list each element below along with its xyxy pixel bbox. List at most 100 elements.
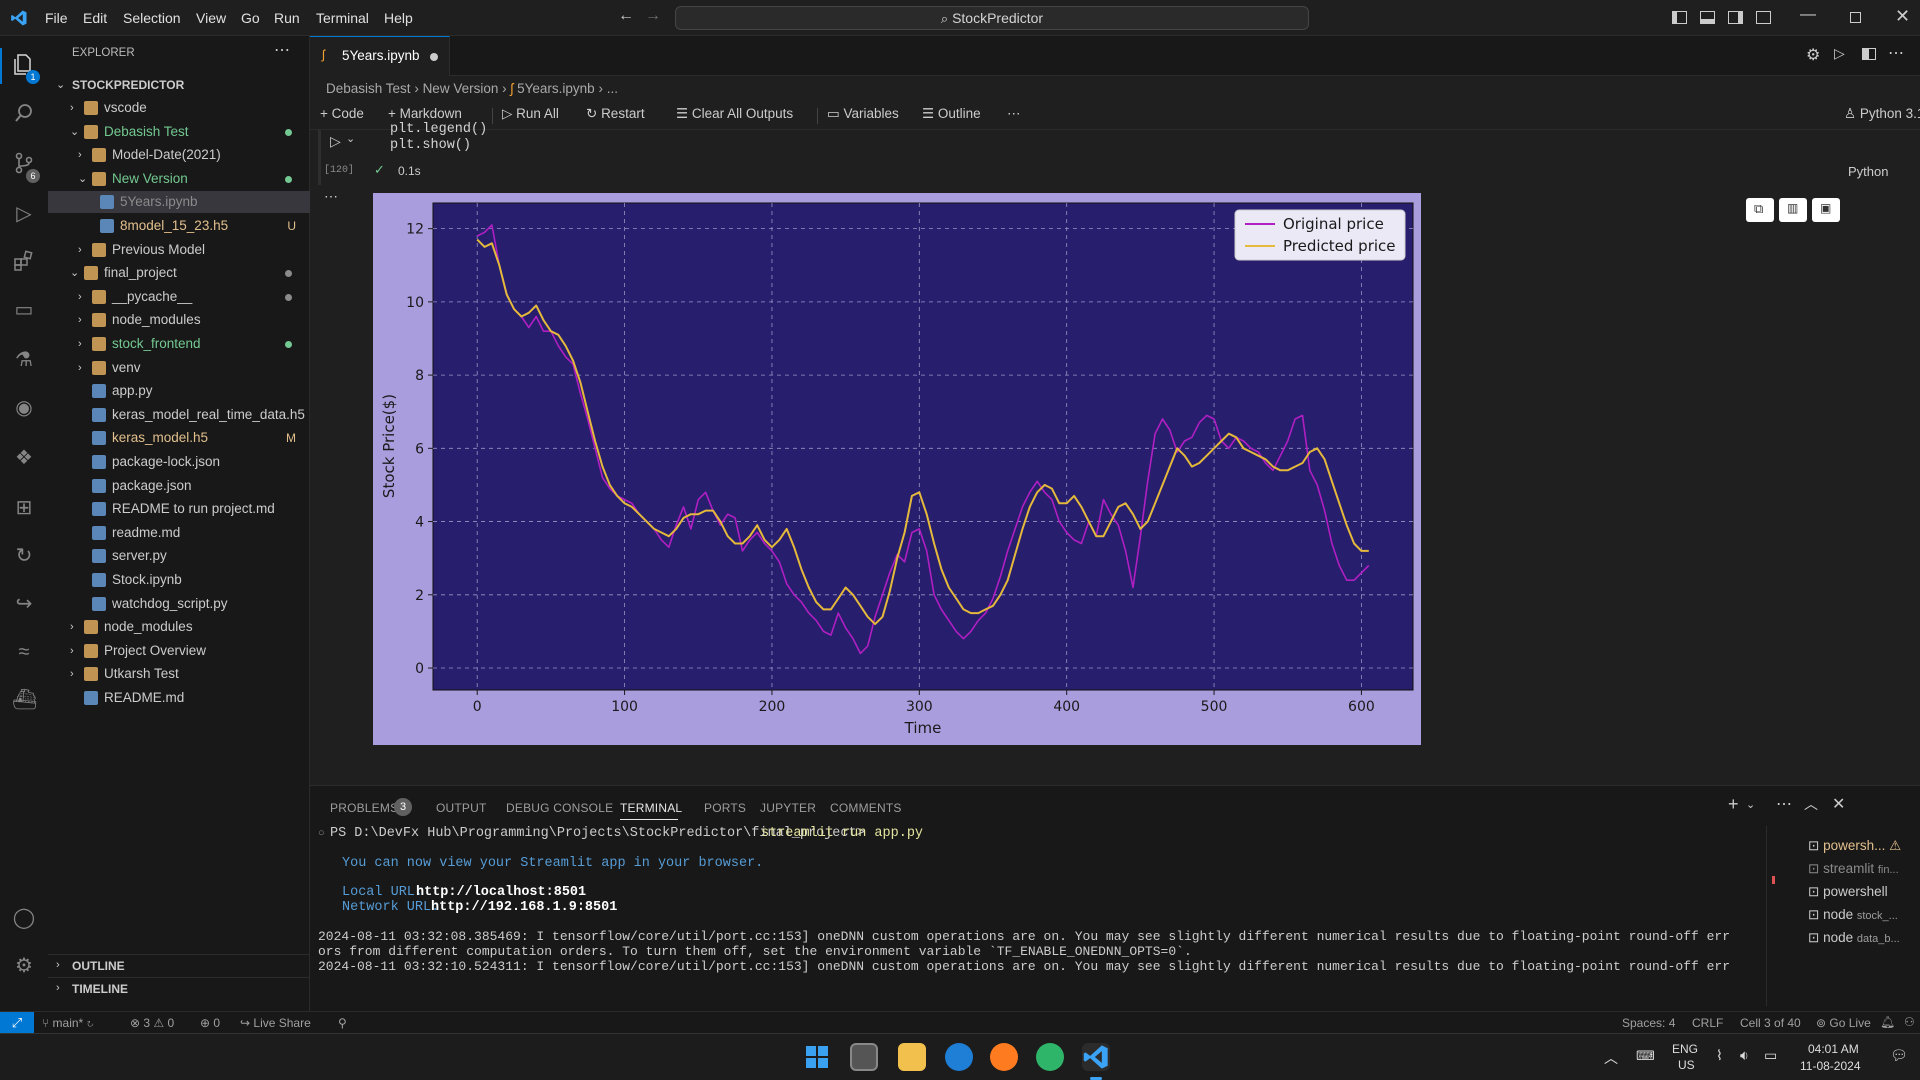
breadcrumb-item[interactable]: 5Years.ipynb <box>517 81 595 96</box>
chrome-dev-icon[interactable] <box>1036 1043 1064 1071</box>
tree-item[interactable]: ⌄ Debasish Test <box>48 121 310 143</box>
indentation-indicator[interactable]: Spaces: 4 <box>1622 1016 1675 1030</box>
forward-arrow-icon[interactable]: → <box>645 7 661 25</box>
run-debug-icon[interactable]: ▷ <box>12 202 36 226</box>
tree-item[interactable]: 5Years.ipynb <box>48 191 310 214</box>
plot-viewer-button[interactable]: ▥ <box>1779 198 1807 222</box>
chevron-down-icon[interactable]: ⌄ <box>346 132 355 145</box>
problems-indicator[interactable]: ⊗ 3 ⚠ 0 <box>130 1016 174 1030</box>
run-all-button[interactable]: ▷ Run All <box>502 106 559 122</box>
clock-time[interactable]: 04:01 AM <box>1808 1042 1859 1056</box>
tree-item[interactable]: watchdog_script.py <box>48 593 310 615</box>
copilot-icon[interactable]: ⚇ <box>1904 1015 1915 1029</box>
notifications-icon[interactable]: 💬︎ <box>1890 1047 1908 1064</box>
jupyter-icon[interactable]: ⊞ <box>12 496 36 520</box>
tab-debug-console[interactable]: DEBUG CONSOLE <box>506 801 613 815</box>
terminal-list-item[interactable]: ⊡ node data_b... <box>1808 930 1900 946</box>
menu-help[interactable]: Help <box>384 10 413 26</box>
menu-terminal[interactable]: Terminal <box>316 10 369 26</box>
kernel-picker[interactable]: ♙ Python 3.12.0 <box>1844 106 1920 122</box>
tree-item[interactable]: › __pycache__ <box>48 286 310 308</box>
terminal-list-item[interactable]: ⊡ node stock_... <box>1808 907 1898 923</box>
run-cell-icon[interactable]: ▷ <box>330 133 341 150</box>
tree-item[interactable]: › node_modules <box>48 616 310 638</box>
tree-item[interactable]: server.py <box>48 545 310 567</box>
layout-secondary-sidebar-icon[interactable] <box>1728 11 1743 24</box>
save-output-button[interactable]: ▣ <box>1812 198 1840 222</box>
menu-view[interactable]: View <box>196 10 226 26</box>
new-terminal-plus-icon[interactable]: + <box>1728 794 1739 815</box>
tab-jupyter[interactable]: JUPYTER <box>760 801 816 815</box>
terminal-network-url[interactable]: http://192.168.1.9:8501 <box>431 900 617 915</box>
close-panel-icon[interactable]: ✕ <box>1832 794 1845 814</box>
remote-indicator-icon[interactable]: ⤢ <box>0 1012 34 1033</box>
bell-icon[interactable]: 🔔︎ <box>1880 1015 1895 1029</box>
cell-indicator[interactable]: Cell 3 of 40 <box>1740 1016 1801 1030</box>
language-indicator[interactable]: ENG <box>1672 1042 1698 1056</box>
more-actions-icon[interactable]: ⋯ <box>274 40 290 60</box>
testing-icon[interactable]: ⚗ <box>12 348 36 372</box>
settings-gear-icon[interactable]: ⚙ <box>12 954 36 978</box>
code-line[interactable]: plt.legend() <box>390 122 487 137</box>
go-live-button[interactable]: ⊚ Go Live <box>1816 1016 1871 1030</box>
add-code-button[interactable]: + Code <box>320 106 364 121</box>
more-panel-actions-icon[interactable]: ⋯ <box>1776 794 1792 814</box>
add-markdown-button[interactable]: + Markdown <box>388 106 462 121</box>
terminal-list-item[interactable]: ⊡ powershell <box>1808 884 1888 900</box>
minimize-icon[interactable]: — <box>1800 6 1816 24</box>
code-line[interactable]: plt.show() <box>390 138 471 153</box>
terminal-list-item[interactable]: ⊡ powersh... ⚠ <box>1808 838 1901 854</box>
tree-item[interactable]: › vscode <box>48 97 310 119</box>
ports-indicator[interactable]: ⊕ 0 <box>200 1016 220 1030</box>
more-toolbar-icon[interactable]: ⋯ <box>1007 106 1021 122</box>
tree-item[interactable]: keras_model_real_time_data.h5 <box>48 404 310 426</box>
tree-item[interactable]: README.md <box>48 687 310 709</box>
tab-comments[interactable]: COMMENTS <box>830 801 902 815</box>
run-icon[interactable]: ▷ <box>1834 45 1845 62</box>
tree-item[interactable]: › Project Overview <box>48 640 310 662</box>
clock-date[interactable]: 11-08-2024 <box>1800 1059 1861 1073</box>
show-hidden-icons-icon[interactable]: ︿ <box>1604 1048 1618 1068</box>
customize-layout-icon[interactable] <box>1756 11 1771 24</box>
layout-panel-icon[interactable] <box>1700 11 1715 24</box>
tab-problems[interactable]: PROBLEMS <box>330 801 398 815</box>
tree-item[interactable]: readme.md <box>48 522 310 544</box>
tree-item[interactable]: README to run project.md <box>48 498 310 520</box>
menu-file[interactable]: File <box>45 10 68 26</box>
menu-selection[interactable]: Selection <box>123 10 181 26</box>
account-icon[interactable]: ◯ <box>12 906 36 930</box>
restore-icon[interactable] <box>1850 12 1861 23</box>
menu-edit[interactable]: Edit <box>83 10 107 26</box>
region-indicator[interactable]: US <box>1678 1058 1695 1072</box>
tree-item[interactable]: Stock.ipynb <box>48 569 310 591</box>
eol-indicator[interactable]: CRLF <box>1692 1016 1723 1030</box>
output-more-icon[interactable]: ⋯ <box>324 188 338 205</box>
windows-start-icon[interactable] <box>803 1043 831 1071</box>
restart-button[interactable]: ↻ Restart <box>586 106 645 122</box>
vscode-taskbar-icon[interactable] <box>1082 1043 1110 1071</box>
file-explorer-icon[interactable] <box>898 1043 926 1071</box>
timeline-wave-icon[interactable]: ≈ <box>12 640 36 664</box>
clear-outputs-button[interactable]: ☰ Clear All Outputs <box>676 106 793 122</box>
timeline-section[interactable]: › TIMELINE <box>48 977 310 999</box>
tree-item[interactable]: › node_modules <box>48 309 310 331</box>
tree-item[interactable]: › Model-Date(2021) <box>48 144 310 166</box>
tab-ports[interactable]: PORTS <box>704 801 746 815</box>
cell-language[interactable]: Python <box>1848 164 1888 179</box>
docker-icon[interactable]: ⛴ <box>12 688 37 712</box>
layout-sidebar-icon[interactable] <box>1672 11 1687 24</box>
task-view-icon[interactable] <box>850 1043 878 1071</box>
split-editor-icon[interactable] <box>1862 48 1876 60</box>
wifi-icon[interactable]: ⌇ <box>1716 1047 1723 1064</box>
gitlens-icon[interactable]: ↻ <box>12 544 36 568</box>
branch-indicator[interactable]: ⑂ main* ↻ <box>42 1016 94 1030</box>
breadcrumb-item[interactable]: New Version <box>423 81 499 96</box>
tab-terminal[interactable]: TERMINAL <box>620 801 682 815</box>
gear-icon[interactable]: ⚙ <box>1806 45 1820 65</box>
outline-section[interactable]: › OUTLINE <box>48 954 310 976</box>
tree-item[interactable]: keras_model.h5 M <box>48 427 310 449</box>
github-icon[interactable]: ◉ <box>12 396 36 420</box>
keyboard-icon[interactable]: ⌨ <box>1636 1048 1655 1064</box>
python-icon[interactable]: ❖ <box>12 446 36 470</box>
firefox-icon[interactable] <box>990 1043 1018 1071</box>
